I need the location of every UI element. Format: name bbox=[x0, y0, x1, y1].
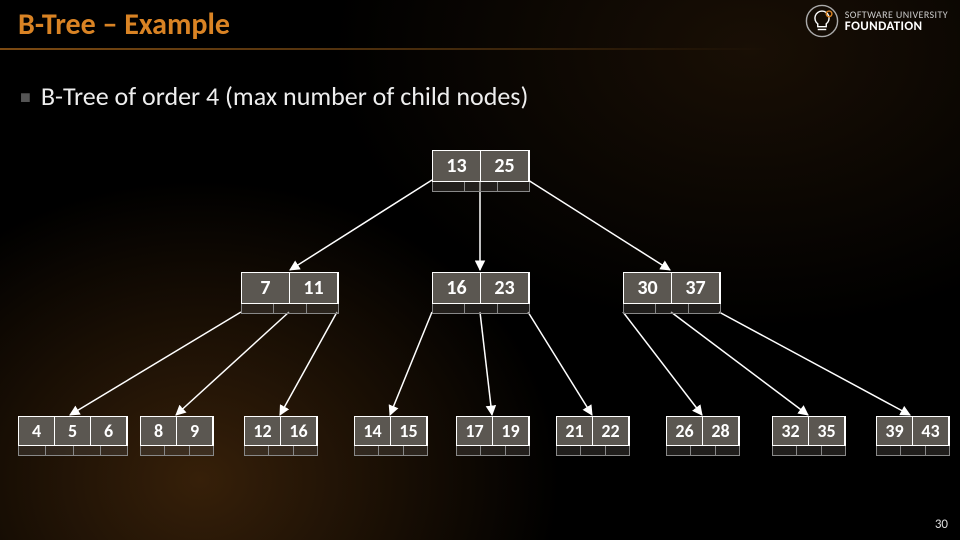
node-key: 6 bbox=[91, 417, 127, 445]
pointer-stubs bbox=[354, 446, 428, 456]
pointer-stubs bbox=[140, 446, 214, 456]
btree-root: 13 25 bbox=[432, 150, 530, 182]
pointer-stubs bbox=[18, 446, 128, 456]
pointer-stubs bbox=[623, 304, 721, 314]
node-key: 4 bbox=[19, 417, 55, 445]
node-key: 5 bbox=[55, 417, 91, 445]
node-key: 23 bbox=[481, 273, 529, 303]
pointer-stubs bbox=[432, 304, 530, 314]
node-key: 16 bbox=[281, 417, 317, 445]
btree-leaf-node: 4 5 6 bbox=[18, 416, 128, 446]
node-key: 7 bbox=[242, 273, 290, 303]
node-key: 8 bbox=[141, 417, 177, 445]
node-key: 14 bbox=[355, 417, 391, 445]
node-key: 30 bbox=[624, 273, 672, 303]
pointer-stubs bbox=[241, 304, 339, 314]
page-number: 30 bbox=[935, 517, 948, 532]
btree-internal-node: 7 11 bbox=[241, 272, 339, 304]
btree-leaf-node: 14 15 bbox=[354, 416, 428, 446]
btree-leaf-node: 17 19 bbox=[456, 416, 530, 446]
node-key: 28 bbox=[703, 417, 739, 445]
node-key: 12 bbox=[245, 417, 281, 445]
pointer-stubs bbox=[876, 446, 950, 456]
node-key: 9 bbox=[177, 417, 213, 445]
logo-line1: SOFTWARE UNIVERSITY bbox=[845, 10, 948, 20]
pointer-stubs bbox=[666, 446, 740, 456]
node-key: 26 bbox=[667, 417, 703, 445]
pointer-stubs bbox=[432, 182, 530, 192]
node-key: 39 bbox=[877, 417, 913, 445]
node-key: 32 bbox=[773, 417, 809, 445]
pointer-stubs bbox=[556, 446, 630, 456]
node-key: 21 bbox=[557, 417, 593, 445]
btree-diagram: 13 25 7 11 16 23 30 37 4 5 6 8 9 12 16 1… bbox=[0, 140, 960, 500]
lightbulb-gear-icon bbox=[805, 4, 839, 38]
pointer-stubs bbox=[456, 446, 530, 456]
btree-leaf-node: 21 22 bbox=[556, 416, 630, 446]
btree-leaf-node: 26 28 bbox=[666, 416, 740, 446]
bullet-text: ■ B-Tree of order 4 (max number of child … bbox=[20, 80, 528, 112]
bullet-content: B-Tree of order 4 (max number of child n… bbox=[41, 80, 528, 112]
slide-title: B-Tree – Example bbox=[18, 6, 230, 43]
node-key: 15 bbox=[391, 417, 427, 445]
node-key: 25 bbox=[481, 151, 529, 181]
btree-leaf-node: 12 16 bbox=[244, 416, 318, 446]
btree-leaf-node: 32 35 bbox=[772, 416, 846, 446]
btree-leaf-node: 8 9 bbox=[140, 416, 214, 446]
software-university-logo: SOFTWARE UNIVERSITY FOUNDATION bbox=[805, 4, 948, 38]
node-key: 37 bbox=[672, 273, 720, 303]
node-key: 11 bbox=[290, 273, 338, 303]
node-key: 22 bbox=[593, 417, 629, 445]
node-key: 17 bbox=[457, 417, 493, 445]
node-key: 13 bbox=[433, 151, 481, 181]
node-key: 19 bbox=[493, 417, 529, 445]
btree-leaf-node: 39 43 bbox=[876, 416, 950, 446]
pointer-stubs bbox=[772, 446, 846, 456]
title-underline bbox=[0, 48, 960, 50]
bullet-square-icon: ■ bbox=[20, 86, 31, 108]
btree-internal-node: 30 37 bbox=[623, 272, 721, 304]
node-key: 43 bbox=[913, 417, 949, 445]
pointer-stubs bbox=[244, 446, 318, 456]
node-key: 35 bbox=[809, 417, 845, 445]
btree-internal-node: 16 23 bbox=[432, 272, 530, 304]
logo-line2: FOUNDATION bbox=[845, 20, 948, 33]
node-key: 16 bbox=[433, 273, 481, 303]
